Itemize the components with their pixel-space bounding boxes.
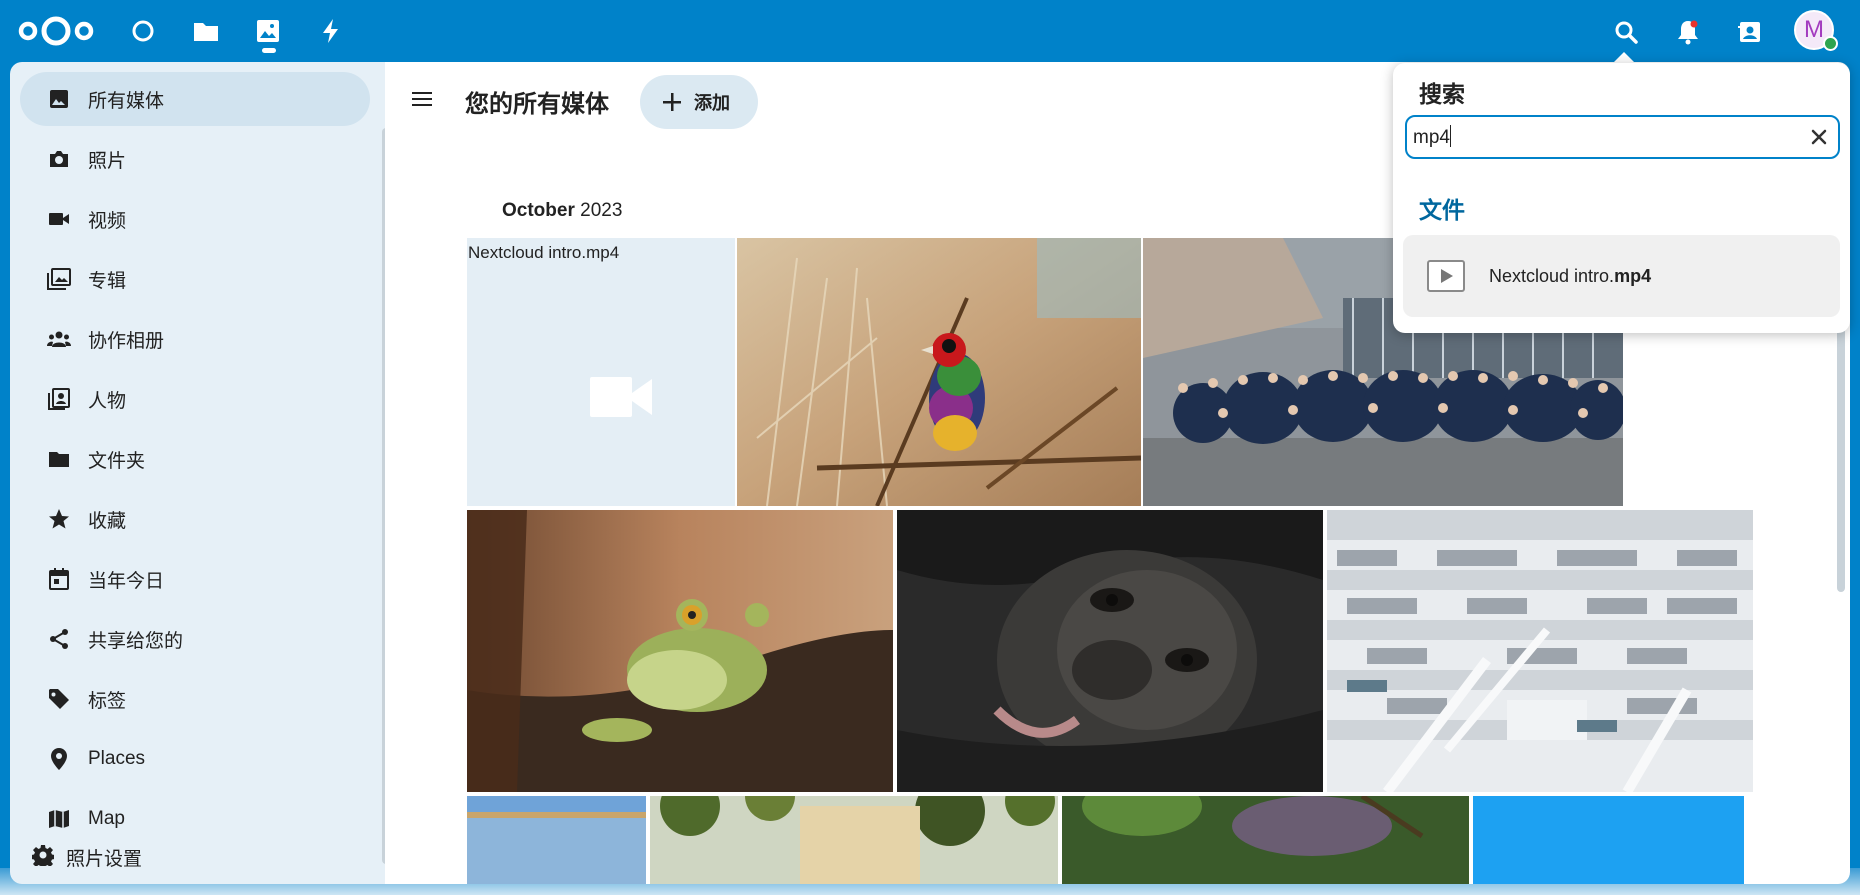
contacts-icon[interactable] xyxy=(1734,16,1766,48)
search-icon[interactable] xyxy=(1610,16,1642,48)
chimpanzee-photo-image xyxy=(897,510,1323,792)
nav-item-all-media[interactable]: 所有媒体 xyxy=(20,72,370,126)
nav-item-albums[interactable]: 专辑 xyxy=(20,252,370,306)
photos-settings-button[interactable]: 照片设置 xyxy=(31,842,143,872)
folder-icon xyxy=(46,446,72,472)
nav-item-label: 所有媒体 xyxy=(88,90,165,112)
nav-item-places[interactable]: Places xyxy=(20,732,370,786)
plus-icon xyxy=(660,90,684,114)
nav-item-photos[interactable]: 照片 xyxy=(20,132,370,186)
video-filename: Nextcloud intro.mp4 xyxy=(468,243,620,262)
beach-photo-image xyxy=(467,796,646,884)
gear-icon xyxy=(31,844,55,871)
nav-item-tags[interactable]: 标签 xyxy=(20,672,370,726)
share-icon xyxy=(46,626,72,652)
search-input-box[interactable]: mp4 xyxy=(1405,115,1840,159)
photos-app-image-icon[interactable] xyxy=(253,16,283,46)
page-title: 您的所有媒体 xyxy=(465,91,609,118)
photo-chimpanzee-thumbnail[interactable] xyxy=(897,510,1323,792)
search-title: 搜索 xyxy=(1419,81,1465,107)
video-file-icon xyxy=(1427,260,1465,292)
nav-item-label: 标签 xyxy=(88,690,127,712)
search-result-filename: Nextcloud intro.mp4 xyxy=(1489,266,1651,287)
search-result-item[interactable]: Nextcloud intro.mp4 xyxy=(1403,235,1840,317)
nav-item-label: 人物 xyxy=(88,390,127,412)
photo-plants-thumbnail[interactable] xyxy=(1062,796,1469,884)
image-icon xyxy=(46,86,72,112)
nav-item-map[interactable]: Map xyxy=(20,792,370,846)
tag-icon xyxy=(46,686,72,712)
nav-item-collaborative-albums[interactable]: 协作相册 xyxy=(20,312,370,366)
nav-item-label: Places xyxy=(88,748,146,769)
trees-photo-image xyxy=(650,796,1058,884)
person-card-icon xyxy=(46,386,72,412)
add-button[interactable]: 添加 xyxy=(640,75,758,129)
photo-frog-thumbnail[interactable] xyxy=(467,510,893,792)
nav-item-label: 收藏 xyxy=(88,510,127,532)
nav-item-label: 视频 xyxy=(88,210,127,232)
app-navigation: 所有媒体 照片 视频 专辑 协作相册 人物 文件夹 收藏 当年今日 共享给您的 … xyxy=(10,62,390,884)
dashboard-app-icon[interactable] xyxy=(128,16,158,46)
add-button-label: 添加 xyxy=(694,93,730,113)
filename-match-highlight: mp4 xyxy=(1614,265,1652,286)
video-camera-icon xyxy=(590,377,652,417)
nav-item-label: 当年今日 xyxy=(88,570,165,592)
menu-hamburger-icon[interactable] xyxy=(409,86,435,112)
online-status-indicator xyxy=(1823,36,1838,51)
clear-search-close-icon[interactable] xyxy=(1808,126,1830,148)
video-icon xyxy=(46,206,72,232)
bell-icon[interactable] xyxy=(1672,16,1704,48)
nextcloud-logo-icon[interactable] xyxy=(18,14,94,48)
nav-item-shared-with-you[interactable]: 共享给您的 xyxy=(20,612,370,666)
text-cursor xyxy=(1449,125,1451,147)
library-photo-image xyxy=(1327,510,1753,792)
search-input[interactable]: mp4 xyxy=(1413,125,1451,149)
nav-item-label: 文件夹 xyxy=(88,450,146,472)
month-year: 2023 xyxy=(580,200,623,221)
nav-item-on-this-day[interactable]: 当年今日 xyxy=(20,552,370,606)
plants-photo-image xyxy=(1062,796,1469,884)
search-section-files-title: 文件 xyxy=(1419,197,1465,223)
activity-app-lightning-icon[interactable] xyxy=(316,16,346,46)
nav-item-videos[interactable]: 视频 xyxy=(20,192,370,246)
search-query-text: mp4 xyxy=(1413,127,1450,148)
photo-trees-thumbnail[interactable] xyxy=(650,796,1058,884)
people-icon xyxy=(46,326,72,352)
photo-beach-thumbnail[interactable] xyxy=(467,796,646,884)
nav-item-people[interactable]: 人物 xyxy=(20,372,370,426)
nav-item-label: Map xyxy=(88,808,125,829)
nav-item-label: 协作相册 xyxy=(88,330,165,352)
unified-search-popover: 搜索 mp4 文件 Nextcloud intro.mp4 xyxy=(1393,63,1850,333)
files-app-folder-icon[interactable] xyxy=(191,16,221,46)
photo-bird-thumbnail[interactable] xyxy=(737,238,1141,506)
month-section-title: October 2023 xyxy=(502,200,622,222)
calendar-icon xyxy=(46,566,72,592)
active-app-indicator xyxy=(262,48,276,53)
video-thumbnail[interactable]: Nextcloud intro.mp4 xyxy=(467,238,735,506)
filename-prefix: Nextcloud intro. xyxy=(1489,265,1615,286)
nav-item-label: 共享给您的 xyxy=(88,630,184,652)
nav-item-folders[interactable]: 文件夹 xyxy=(20,432,370,486)
map-pin-icon xyxy=(46,746,72,772)
album-icon xyxy=(46,266,72,292)
photo-blue-thumbnail[interactable] xyxy=(1473,796,1744,884)
nav-item-label: 照片 xyxy=(88,150,127,172)
camera-icon xyxy=(46,146,72,172)
month-name: October xyxy=(502,200,575,221)
nav-item-favorites[interactable]: 收藏 xyxy=(20,492,370,546)
photos-settings-label: 照片设置 xyxy=(66,848,143,870)
bird-photo-image xyxy=(737,238,1141,506)
top-header: M xyxy=(0,0,1860,63)
avatar-letter: M xyxy=(1804,16,1824,43)
frog-photo-image xyxy=(467,510,893,792)
photo-library-thumbnail[interactable] xyxy=(1327,510,1753,792)
map-icon xyxy=(46,806,72,832)
nav-item-label: 专辑 xyxy=(88,270,127,292)
star-icon xyxy=(46,506,72,532)
